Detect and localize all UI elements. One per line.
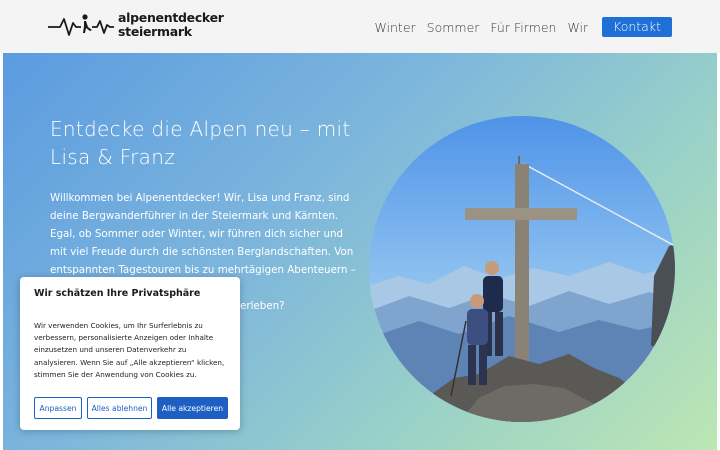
site-header: alpenentdecker steiermark Winter Sommer … [0, 0, 720, 53]
hero-text-tail: erleben? [240, 300, 285, 312]
logo-text: alpenentdecker steiermark [118, 11, 224, 39]
logo-line-1: alpenentdecker [118, 10, 224, 25]
main-nav: Winter Sommer Für Firmen Wir Kontakt [363, 17, 672, 37]
heartbeat-hiker-icon [48, 12, 114, 38]
accept-all-button[interactable]: Alle akzeptieren [157, 397, 228, 419]
nav-item-winter[interactable]: Winter [374, 20, 415, 35]
cookie-text: Wir verwenden Cookies, um Ihr Surferlebn… [34, 321, 225, 379]
nav-item-fuer-firmen[interactable]: Für Firmen [490, 20, 556, 35]
logo-line-2: steiermark [118, 24, 192, 39]
nav-item-wir[interactable]: Wir [567, 20, 588, 35]
cookie-consent-dialog: Wir schätzen Ihre Privatsphäre Wir verwe… [20, 277, 240, 430]
nav-item-sommer[interactable]: Sommer [427, 20, 480, 35]
page: alpenentdecker steiermark Winter Sommer … [0, 0, 720, 450]
cookie-title: Wir schätzen Ihre Privatsphäre [34, 288, 201, 299]
contact-button[interactable]: Kontakt [602, 17, 672, 37]
cookie-buttons: Anpassen Alles ablehnen Alle akzeptieren [34, 397, 228, 419]
summit-cross-hikers-photo [369, 116, 675, 422]
logo[interactable]: alpenentdecker steiermark [48, 11, 224, 39]
hero-text-visible: Willkommen bei Alpenentdecker! Wir, Lisa… [50, 192, 356, 276]
hero-title: Entdecke die Alpen neu – mit Lisa & Fran… [50, 117, 351, 169]
customize-button[interactable]: Anpassen [34, 397, 82, 419]
reject-all-button[interactable]: Alles ablehnen [87, 397, 152, 419]
hero-text: Willkommen bei Alpenentdecker! Wir, Lisa… [50, 189, 360, 279]
